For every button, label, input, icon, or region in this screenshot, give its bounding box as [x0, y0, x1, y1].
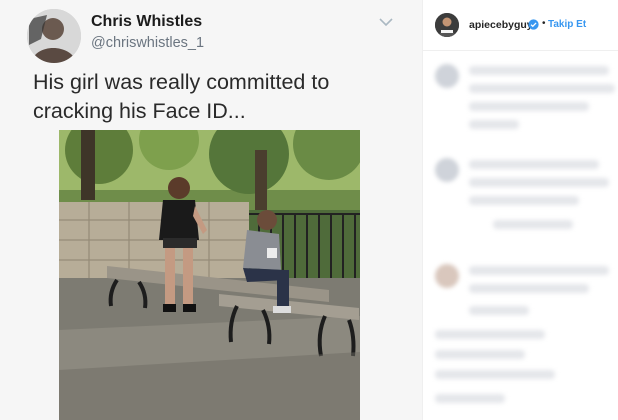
- tweet-photo: [59, 130, 360, 420]
- blurred-text: [469, 160, 599, 169]
- post-sidebar: apiecebyguy • Takip Et: [422, 0, 618, 420]
- blurred-text: [469, 84, 615, 93]
- blurred-text: [435, 394, 505, 403]
- blurred-text: [469, 266, 609, 275]
- blurred-text: [435, 370, 555, 379]
- owner-avatar[interactable]: [435, 13, 459, 37]
- blurred-text: [469, 102, 589, 111]
- blurred-text: [469, 178, 609, 187]
- commenter-avatar: [435, 64, 459, 88]
- commenter-avatar: [435, 158, 459, 182]
- blurred-text: [469, 66, 609, 75]
- blurred-text: [469, 284, 589, 293]
- blurred-text: [493, 220, 573, 229]
- blurred-text: [435, 330, 545, 339]
- owner-username[interactable]: apiecebyguy: [469, 19, 533, 31]
- tweet-text: His girl was really committed to crackin…: [33, 70, 330, 123]
- comment-item: [423, 256, 618, 403]
- comment-item: [423, 150, 618, 250]
- chevron-down-icon: [379, 18, 393, 27]
- post-header: apiecebyguy • Takip Et: [423, 0, 618, 51]
- tweet-avatar: [27, 9, 81, 63]
- blurred-text: [469, 306, 529, 315]
- verified-badge-icon: [528, 19, 539, 30]
- commenter-avatar: [435, 264, 459, 288]
- blurred-text: [469, 196, 579, 205]
- comment-item: [423, 56, 618, 156]
- blurred-text: [435, 350, 525, 359]
- blurred-text: [469, 120, 519, 129]
- tweet-handle: @chriswhistles_1: [91, 35, 205, 51]
- tweet-display-name: Chris Whistles: [91, 13, 203, 30]
- separator-dot: •: [542, 18, 546, 29]
- post-media[interactable]: Chris Whistles @chriswhistles_1 His girl…: [0, 0, 422, 420]
- follow-button[interactable]: Takip Et: [548, 19, 586, 30]
